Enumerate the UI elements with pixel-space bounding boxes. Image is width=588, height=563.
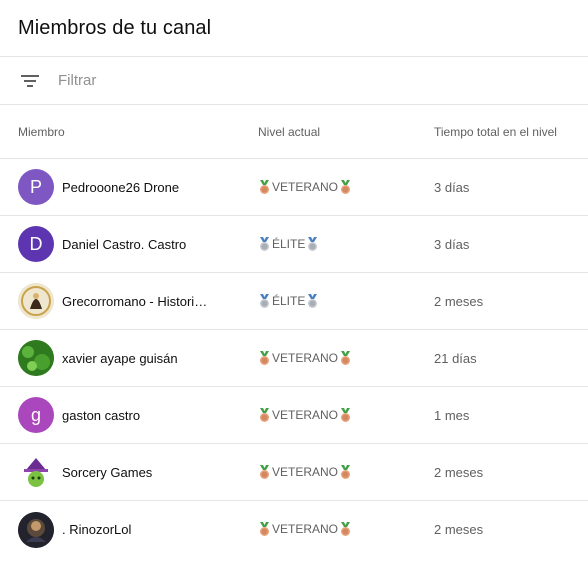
veteran-medal-icon: [339, 350, 352, 365]
veteran-medal-icon: [258, 522, 271, 537]
member-name[interactable]: gaston castro: [62, 408, 140, 423]
avatar-letter: P: [29, 176, 42, 197]
filter-input[interactable]: [58, 72, 358, 89]
level-cell: VETERANO: [240, 464, 416, 479]
level-cell: ÉLITE: [240, 236, 416, 251]
elite-medal-icon: [306, 293, 319, 308]
time-in-level: 21 días: [434, 350, 477, 366]
avatar[interactable]: D: [18, 226, 54, 262]
veteran-medal-icon: [339, 522, 352, 537]
member-row[interactable]: g gaston castro VETERANO 1 mes: [0, 387, 588, 444]
page-title: Miembros de tu canal: [18, 16, 212, 39]
level-name: ÉLITE: [272, 293, 306, 308]
avatar[interactable]: [18, 283, 54, 319]
veteran-medal-icon: [258, 179, 271, 194]
time-in-level: 3 días: [434, 179, 470, 195]
member-row[interactable]: . RinozorLol VETERANO 2 meses: [0, 501, 588, 558]
member-cell: Grecorromano - Histori…: [0, 283, 240, 319]
avatar[interactable]: P: [18, 169, 54, 205]
level-name: VETERANO: [272, 407, 339, 422]
level-name: VETERANO: [272, 464, 339, 479]
member-cell: . RinozorLol: [0, 511, 240, 548]
time-in-level: 3 días: [434, 236, 470, 252]
avatar[interactable]: [18, 340, 54, 376]
member-cell: P Pedrooone26 Drone: [0, 169, 240, 205]
level-cell: VETERANO: [240, 179, 416, 194]
avatar[interactable]: [18, 454, 54, 490]
avatar-letter: D: [29, 233, 43, 254]
member-row[interactable]: Grecorromano - Histori… ÉLITE 2 meses: [0, 273, 588, 330]
member-cell: Sorcery Games: [0, 454, 240, 490]
member-name[interactable]: xavier ayape guisán: [62, 351, 178, 366]
column-header-member[interactable]: Miembro: [0, 125, 240, 139]
veteran-medal-icon: [258, 464, 271, 479]
filter-bar: [0, 57, 588, 105]
time-in-level: 2 meses: [434, 522, 484, 537]
member-row[interactable]: Sorcery Games VETERANO 2 meses: [0, 444, 588, 501]
member-name[interactable]: . RinozorLol: [62, 522, 131, 537]
veteran-medal-icon: [339, 464, 352, 479]
time-in-level: 2 meses: [434, 293, 484, 309]
level-name: VETERANO: [272, 350, 339, 365]
elite-medal-icon: [258, 236, 271, 251]
avatar[interactable]: g: [18, 397, 54, 433]
member-row[interactable]: D Daniel Castro. Castro ÉLITE 3 días: [0, 216, 588, 273]
level-cell: VETERANO: [240, 407, 416, 422]
table-header: Miembro Nivel actual Tiempo total en el …: [0, 105, 588, 159]
time-in-level: 1 mes: [434, 407, 470, 423]
level-cell: VETERANO: [240, 350, 416, 365]
member-row[interactable]: xavier ayape guisán VETERANO 21 días: [0, 330, 588, 387]
level-name: VETERANO: [272, 522, 339, 537]
elite-medal-icon: [258, 293, 271, 308]
member-cell: D Daniel Castro. Castro: [0, 226, 240, 262]
column-header-level[interactable]: Nivel actual: [240, 125, 416, 139]
member-name[interactable]: Daniel Castro. Castro: [62, 237, 186, 252]
level-name: ÉLITE: [272, 236, 306, 251]
member-name[interactable]: Grecorromano - Histori…: [62, 294, 207, 309]
member-cell: xavier ayape guisán: [0, 340, 240, 376]
level-cell: VETERANO: [240, 522, 416, 537]
member-name[interactable]: Pedrooone26 Drone: [62, 180, 179, 195]
member-cell: g gaston castro: [0, 397, 240, 433]
members-list: P Pedrooone26 Drone VETERANO 3 días D Daniel …: [0, 159, 588, 558]
veteran-medal-icon: [258, 350, 271, 365]
avatar[interactable]: [18, 511, 54, 548]
level-cell: ÉLITE: [240, 293, 416, 308]
elite-medal-icon: [306, 236, 319, 251]
avatar-letter: g: [30, 404, 41, 425]
page-header: Miembros de tu canal: [0, 0, 588, 57]
column-header-time[interactable]: Tiempo total en el nivel: [416, 125, 557, 139]
time-in-level: 2 meses: [434, 464, 484, 480]
filter-list-icon[interactable]: [18, 69, 42, 93]
veteran-medal-icon: [339, 179, 352, 194]
veteran-medal-icon: [258, 407, 271, 422]
member-name[interactable]: Sorcery Games: [62, 465, 152, 480]
level-name: VETERANO: [272, 179, 339, 194]
member-row[interactable]: P Pedrooone26 Drone VETERANO 3 días: [0, 159, 588, 216]
veteran-medal-icon: [339, 407, 352, 422]
